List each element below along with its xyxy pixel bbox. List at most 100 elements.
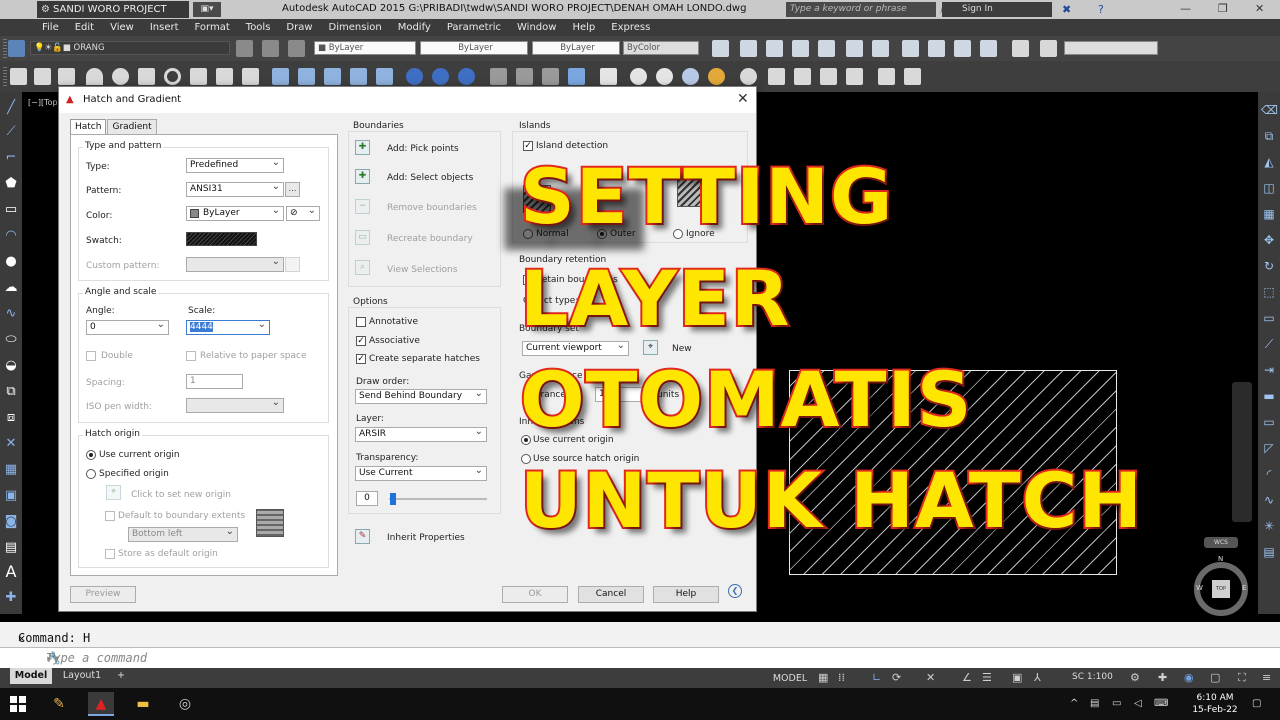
revolve-icon[interactable] — [350, 68, 367, 85]
inherit-properties-button[interactable]: Inherit Properties — [387, 533, 465, 543]
use-current-origin-radio[interactable] — [86, 450, 96, 460]
background-color-dropdown[interactable]: ⊘ — [286, 206, 320, 221]
menu-view[interactable]: View — [102, 19, 142, 36]
tab-hatch[interactable]: Hatch — [70, 119, 107, 135]
wedge-icon[interactable] — [58, 68, 75, 85]
custom-pattern-browse-button[interactable] — [285, 257, 300, 272]
menu-insert[interactable]: Insert — [142, 19, 187, 36]
select-objects-icon[interactable]: ✚ — [355, 169, 370, 184]
menu-file[interactable]: File — [34, 19, 67, 36]
dim-style-icon[interactable] — [904, 68, 921, 85]
view-dropdown[interactable] — [1064, 41, 1158, 55]
menu-dimension[interactable]: Dimension — [321, 19, 390, 36]
notifications-icon[interactable]: ▢ — [1252, 698, 1261, 709]
visual-style-icon[interactable] — [600, 68, 617, 85]
quick-access-icon[interactable]: ▣▾ — [193, 2, 221, 17]
pencil-app-icon[interactable]: ✎ — [46, 692, 72, 716]
spline-icon[interactable]: ∿ — [3, 306, 19, 322]
transparency-dropdown[interactable]: Use Current — [355, 466, 487, 481]
polysolid-icon[interactable] — [10, 68, 27, 85]
browser-icon[interactable]: ◎ — [172, 692, 198, 716]
navigation-bar[interactable] — [1232, 382, 1252, 522]
associative-checkbox[interactable]: ✓ — [356, 336, 366, 346]
workspace-gear-icon[interactable]: ⚙ — [1130, 671, 1140, 684]
iso-pen-dropdown[interactable] — [186, 398, 284, 413]
toolbar-grip-2[interactable] — [3, 67, 7, 86]
minimize-icon[interactable]: — — [1180, 2, 1191, 15]
model-space-button[interactable]: MODEL — [770, 671, 810, 686]
ucs-previous-icon[interactable] — [820, 68, 837, 85]
view-selections-button[interactable]: View Selections — [387, 265, 457, 275]
menu-express[interactable]: Express — [603, 19, 658, 36]
scale-icon[interactable]: ⬚ — [1261, 284, 1277, 300]
polygon-icon[interactable]: ⬟ — [3, 176, 19, 192]
gradient-icon[interactable]: ▣ — [3, 488, 19, 504]
command-input[interactable]: 🔧 ▸▾ Type a command — [0, 648, 1280, 668]
3d-align-icon[interactable] — [542, 68, 559, 85]
angle-dropdown[interactable]: 0 — [86, 320, 169, 335]
conceptual-icon[interactable] — [708, 68, 725, 85]
wcs-menu[interactable]: WCS — [1204, 537, 1238, 548]
make-block-icon[interactable]: ⧈ — [3, 410, 19, 426]
recreate-boundary-icon[interactable]: ▭ — [355, 230, 370, 245]
viewcube-top[interactable]: TOP — [1212, 580, 1230, 598]
customize-icon[interactable]: ≡ — [1262, 671, 1271, 684]
extrude-icon[interactable] — [272, 68, 289, 85]
multiline-text-icon[interactable]: A — [3, 564, 19, 580]
menu-tools[interactable]: Tools — [238, 19, 279, 36]
plotstyle-dropdown[interactable]: ByColor — [623, 41, 699, 55]
move-icon[interactable]: ✥ — [1261, 232, 1277, 248]
tab-model[interactable]: Model — [10, 668, 52, 684]
view-iso2-icon[interactable] — [872, 40, 889, 57]
menu-draw[interactable]: Draw — [278, 19, 320, 36]
point-icon[interactable]: ✕ — [3, 436, 19, 452]
loft-icon[interactable] — [376, 68, 393, 85]
rotate-icon[interactable]: ↻ — [1261, 258, 1277, 274]
ucs-world-icon[interactable] — [794, 68, 811, 85]
arc-icon[interactable]: ◠ — [3, 228, 19, 244]
view-selections-icon[interactable]: ⌕ — [355, 260, 370, 275]
tab-layout1[interactable]: Layout1 — [56, 668, 108, 684]
3d-array-icon[interactable] — [568, 68, 585, 85]
view-iso3-icon[interactable] — [902, 40, 919, 57]
view-right-icon[interactable] — [792, 40, 809, 57]
origin-position-dropdown[interactable]: Bottom left — [128, 527, 238, 542]
polyline-icon[interactable]: ⌐ — [3, 150, 19, 166]
transparency-slider[interactable] — [389, 498, 487, 500]
offset-icon[interactable]: ◫ — [1261, 180, 1277, 196]
set-origin-icon[interactable]: ⌖ — [106, 485, 121, 500]
menu-edit[interactable]: Edit — [67, 19, 102, 36]
specified-origin-radio[interactable] — [86, 469, 96, 479]
view-back-icon[interactable] — [818, 40, 835, 57]
file-explorer-icon[interactable]: ▬ — [130, 692, 156, 716]
osnap-icon[interactable]: ✕ — [926, 671, 935, 684]
boundary-set-dropdown[interactable]: Current viewport — [522, 341, 629, 356]
sweep-icon[interactable] — [324, 68, 341, 85]
linetype-dropdown[interactable]: ByLayer — [420, 41, 528, 55]
union-icon[interactable] — [406, 68, 423, 85]
layer-properties-icon[interactable] — [8, 40, 25, 57]
join-icon[interactable]: ▭ — [1261, 414, 1277, 430]
erase-icon[interactable]: ⌫ — [1261, 102, 1278, 118]
taskbar-clock[interactable]: 6:10 AM 15-Feb-22 — [1190, 692, 1240, 716]
viewport-label[interactable]: [−][Top — [28, 98, 58, 107]
network-icon[interactable]: ▤ — [1090, 698, 1099, 709]
lineweight-dropdown[interactable]: ByLayer — [532, 41, 620, 55]
menu-window[interactable]: Window — [509, 19, 564, 36]
add-layout-button[interactable]: + — [112, 668, 130, 684]
revision-cloud-icon[interactable]: ☁ — [3, 280, 19, 296]
break-icon[interactable]: ▬ — [1261, 388, 1277, 404]
blend-icon[interactable]: ∿ — [1261, 492, 1277, 508]
view-iso-icon[interactable] — [846, 40, 863, 57]
clean-screen-icon[interactable]: ⛶ — [1238, 671, 1246, 685]
ellipse-arc-icon[interactable]: ◒ — [3, 358, 19, 374]
construction-line-icon[interactable]: ⟋ — [3, 124, 19, 140]
inherit-properties-icon[interactable]: ✎ — [355, 529, 370, 544]
grid-icon[interactable]: ▦ — [818, 671, 828, 684]
menu-format[interactable]: Format — [187, 19, 238, 36]
view-left-icon[interactable] — [766, 40, 783, 57]
volume-icon[interactable]: ◁ — [1134, 698, 1142, 709]
transparency-icon[interactable]: ▣ — [1012, 671, 1022, 684]
planar-surface-icon[interactable] — [242, 68, 259, 85]
properties-icon[interactable]: ▤ — [1261, 544, 1277, 560]
